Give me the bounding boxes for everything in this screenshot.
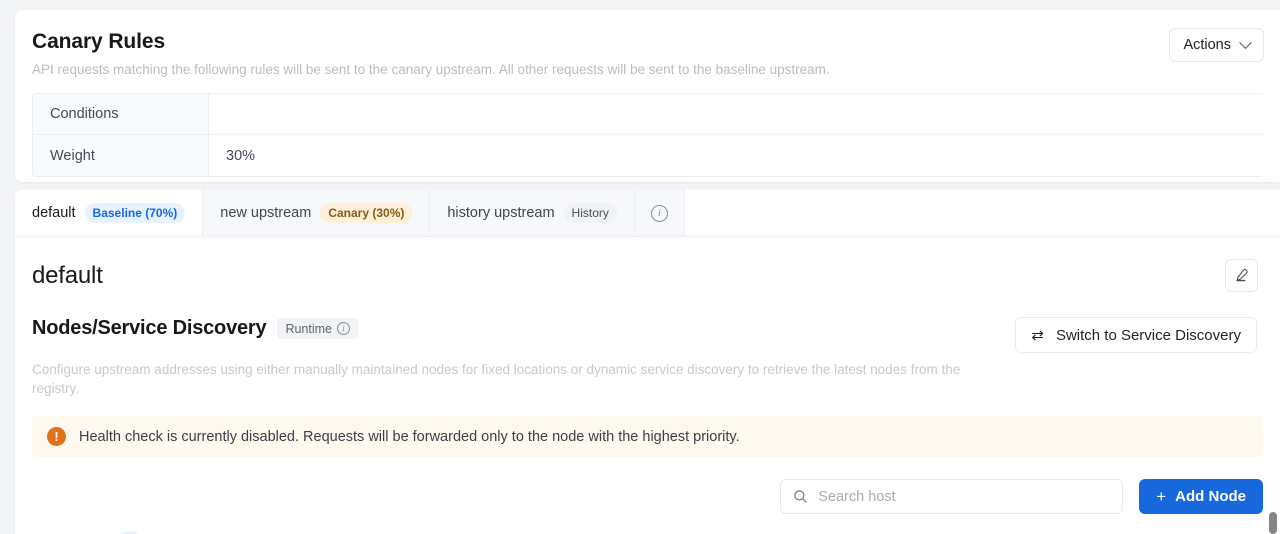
status-badge-history: History [563,203,617,223]
priority-group-header[interactable]: Priority: 0 1 [15,514,1280,534]
tab-history-upstream[interactable]: history upstream History [430,190,635,236]
status-badge-canary: Canary (30%) [320,203,413,223]
tabbar-filler [684,190,1280,236]
add-node-button[interactable]: + Add Node [1139,479,1263,514]
page-root: Canary Rules API requests matching the f… [0,0,1280,534]
canary-rules-heading-block: Canary Rules API requests matching the f… [32,28,830,79]
rule-value-weight: 30% [209,135,1264,176]
tab-new-upstream-label: new upstream [220,205,312,221]
search-host-field[interactable] [780,479,1124,514]
nodes-section-description: Configure upstream addresses using eithe… [32,362,961,396]
tab-default[interactable]: default Baseline (70%) [15,190,204,236]
info-circle-icon: i [650,204,668,222]
page-title: Canary Rules [32,30,166,53]
rule-value-conditions [209,94,1264,134]
tabs-info-button[interactable]: i [634,190,685,236]
info-circle-icon[interactable]: i [336,322,350,335]
plus-icon: + [1156,486,1167,506]
canary-rules-description: API requests matching the following rule… [32,62,830,77]
page-scrollbar[interactable] [1266,0,1280,534]
tab-default-label: default [32,205,76,221]
runtime-badge: Runtime i [277,318,358,339]
table-row: Conditions [33,94,1264,135]
upstream-detail-card: default Baseline (70%) new upstream Cana… [15,190,1280,534]
search-input[interactable] [818,488,1111,505]
nodes-section-title: Nodes/Service Discovery [32,317,267,339]
switch-to-service-discovery-button[interactable]: ⇄ Switch to Service Discovery [1015,317,1257,353]
edit-upstream-button[interactable] [1225,259,1258,292]
canary-rules-table: Conditions Weight 30% [32,93,1264,177]
actions-button-label: Actions [1183,37,1231,53]
actions-button[interactable]: Actions [1169,28,1264,62]
nodes-section-header: Nodes/Service Discovery Runtime i ⇄ Swit… [15,292,1280,353]
status-badge-baseline: Baseline (70%) [84,203,186,223]
pencil-icon [1236,268,1248,282]
rule-key-conditions: Conditions [33,94,209,134]
upstream-tabs: default Baseline (70%) new upstream Cana… [15,190,1280,237]
rule-key-weight: Weight [33,135,209,176]
switch-button-label: Switch to Service Discovery [1055,326,1241,344]
canary-rules-header: Canary Rules API requests matching the f… [32,28,1264,79]
alert-circle-icon: ! [47,427,66,446]
nodes-title-group: Nodes/Service Discovery Runtime i [32,317,358,340]
canary-rules-card: Canary Rules API requests matching the f… [15,10,1280,182]
chevron-down-icon [1239,35,1252,49]
health-check-warning-banner: ! Health check is currently disabled. Re… [32,416,1263,457]
upstream-title-row: default [15,237,1280,292]
table-row: Weight 30% [33,135,1264,176]
swap-arrows-icon: ⇄ [1031,327,1044,344]
add-node-button-label: Add Node [1175,488,1246,505]
health-check-warning-text: Health check is currently disabled. Requ… [79,428,740,445]
upstream-name: default [32,261,103,289]
runtime-badge-label: Runtime [285,321,332,336]
search-icon [794,490,807,503]
tab-new-upstream[interactable]: new upstream Canary (30%) [203,190,431,236]
tab-history-upstream-label: history upstream [447,205,555,221]
scrollbar-thumb[interactable] [1269,512,1277,534]
nodes-toolbar: + Add Node [15,457,1280,514]
